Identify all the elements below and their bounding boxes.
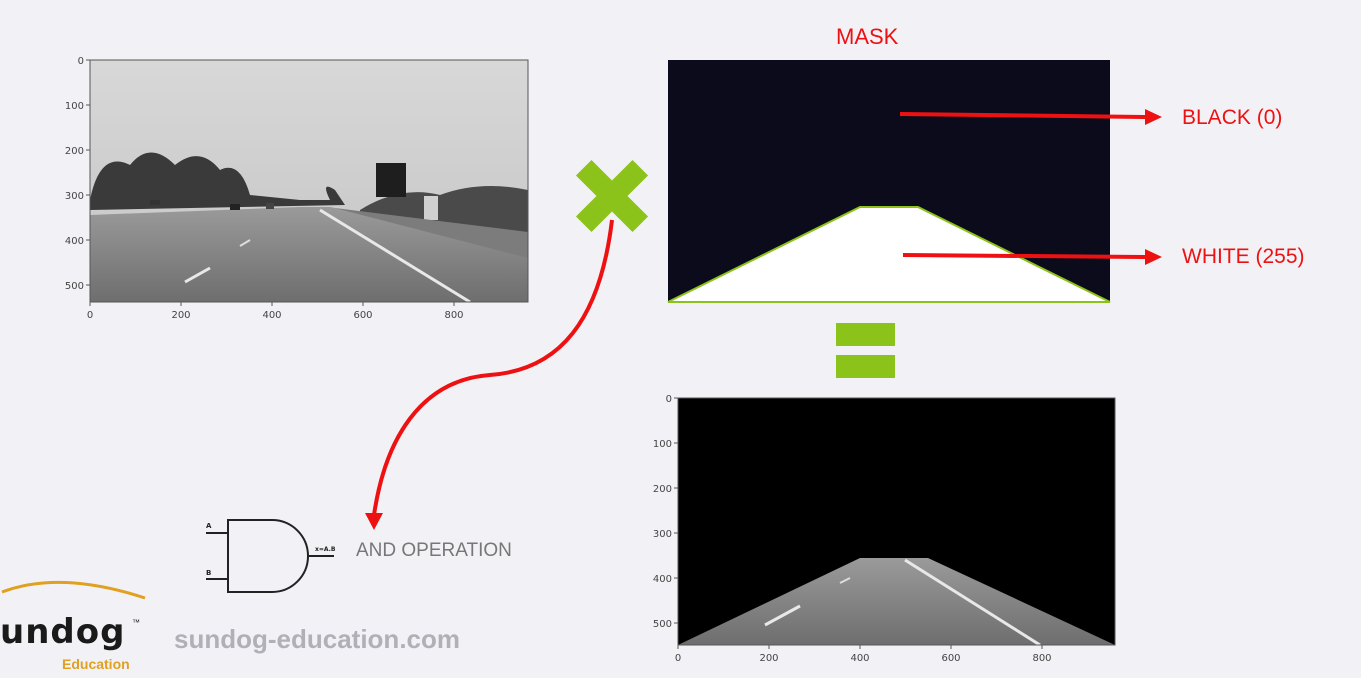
gate-input-a: A (206, 522, 212, 530)
logo-wordmark: undog (0, 612, 126, 652)
y-tick-label: 300 (65, 191, 84, 202)
x-tick-label: 200 (171, 310, 190, 321)
road-image-plot (89, 59, 529, 303)
x-tick-label: 600 (353, 310, 372, 321)
y-tick-label: 0 (78, 56, 84, 67)
y-tick-label: 400 (65, 236, 84, 247)
x-tick-label: 200 (759, 653, 778, 664)
car (230, 204, 240, 210)
diagram-canvas: 0 100 200 300 400 500 0 200 400 600 800 A B x=A.B (1, 56, 1162, 664)
gate-input-b: B (206, 569, 211, 577)
y-tick-label: 100 (65, 101, 84, 112)
gate-output: x=A.B (315, 546, 336, 553)
y-tick-label: 200 (653, 484, 672, 495)
logo-trademark: ™ (132, 618, 140, 627)
y-tick-label: 0 (666, 394, 672, 405)
x-tick-label: 800 (1032, 653, 1051, 664)
y-tick-label: 100 (653, 439, 672, 450)
car (266, 203, 274, 209)
plot1-x-axis: 0 200 400 600 800 (87, 302, 464, 321)
car (150, 200, 160, 205)
y-tick-label: 200 (65, 146, 84, 157)
plot2-x-axis: 0 200 400 600 800 (675, 645, 1052, 664)
roadside-post (424, 196, 438, 220)
x-tick-label: 0 (675, 653, 681, 664)
site-url: sundog-education.com (174, 624, 460, 654)
plot2-y-axis: 0 100 200 300 400 500 (653, 394, 678, 630)
y-tick-label: 300 (653, 529, 672, 540)
x-tick-label: 400 (850, 653, 869, 664)
y-tick-label: 500 (653, 619, 672, 630)
x-tick-label: 600 (941, 653, 960, 664)
x-tick-label: 0 (87, 310, 93, 321)
x-tick-label: 800 (444, 310, 463, 321)
multiply-icon (575, 159, 649, 233)
x-tick-label: 400 (262, 310, 281, 321)
mask-image (667, 60, 1111, 303)
and-gate-icon: A B x=A.B (206, 519, 336, 593)
plot1-y-axis: 0 100 200 300 400 500 (65, 56, 90, 292)
road-sign (376, 163, 406, 197)
white-label: WHITE (255) (1182, 245, 1305, 268)
and-operation-label: AND OPERATION (356, 540, 512, 561)
y-tick-label: 500 (65, 281, 84, 292)
black-label: BLACK (0) (1182, 106, 1283, 129)
equals-icon (836, 323, 895, 378)
logo-swoosh (1, 580, 146, 600)
mask-title: MASK (836, 24, 899, 49)
logo-subtitle: Education (62, 656, 130, 672)
y-tick-label: 400 (653, 574, 672, 585)
masked-result-plot (677, 397, 1116, 647)
